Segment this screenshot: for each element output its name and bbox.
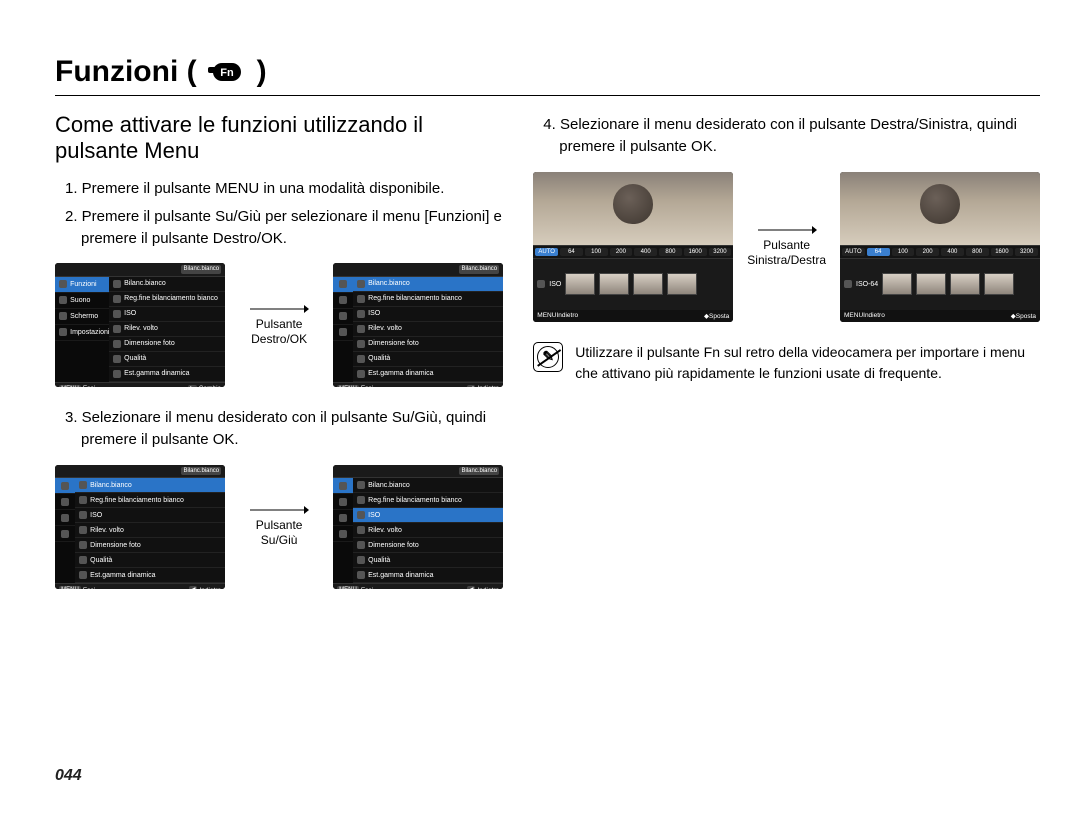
right-column: 4. Selezionare il menu desiderato con il… bbox=[533, 112, 1040, 609]
svg-text:Fn: Fn bbox=[220, 67, 234, 79]
menu-screen-select1: Bilanc.bianco Bilanc.bianco Reg.fine bil… bbox=[55, 465, 225, 589]
tab-suono: Suono bbox=[55, 293, 109, 309]
arrow-sinistra-destra: Pulsante Sinistra/Destra bbox=[747, 225, 826, 268]
arrow-destro-ok: Pulsante Destro/OK bbox=[249, 304, 309, 347]
tab-schermo: Schermo bbox=[55, 309, 109, 325]
menu-screen-items: Bilanc.bianco Bilanc.bianco Reg.fine bil… bbox=[333, 263, 503, 387]
left-column: Come attivare le funzioni utilizzando il… bbox=[55, 112, 503, 609]
subtitle: Come attivare le funzioni utilizzando il… bbox=[55, 112, 503, 164]
page-number: 044 bbox=[55, 767, 82, 785]
step-4: 4. Selezionare il menu desiderato con il… bbox=[543, 114, 1040, 158]
figure-row-2: Bilanc.bianco Bilanc.bianco Reg.fine bil… bbox=[55, 465, 503, 589]
note-text: Utilizzare il pulsante Fn sul retro dell… bbox=[575, 342, 1040, 384]
step-3: 3. Selezionare il menu desiderato con il… bbox=[65, 407, 503, 451]
screen-header: Bilanc.bianco bbox=[181, 265, 221, 273]
footer-indietro: Indietro bbox=[477, 385, 499, 387]
footer-cambia: Cambia bbox=[199, 385, 221, 387]
figure-row-1: Bilanc.bianco Funzioni Suono Schermo Imp… bbox=[55, 263, 503, 387]
iso-screen-auto: AUTO 64 100 200 400 800 1600 3200 ISO ME… bbox=[533, 172, 733, 322]
fn-icon: Fn bbox=[207, 57, 247, 87]
footer-esci: Esci bbox=[83, 385, 95, 387]
iso-label: ISO bbox=[549, 281, 561, 288]
tab-impostazioni: Impostazioni bbox=[55, 325, 109, 341]
figure-row-3: AUTO 64 100 200 400 800 1600 3200 ISO ME… bbox=[533, 172, 1040, 322]
arrow-su-giu: Pulsante Su/Giù bbox=[249, 505, 309, 548]
iso-screen-64: AUTO 64 100 200 400 800 1600 3200 ISO-64… bbox=[840, 172, 1040, 322]
step-2: 2. Premere il pulsante Su/Giù per selezi… bbox=[65, 206, 503, 250]
title-close: ) bbox=[257, 55, 267, 89]
title-text: Funzioni ( bbox=[55, 55, 197, 89]
tab-funzioni: Funzioni bbox=[55, 277, 109, 293]
menu-screen-funzioni: Bilanc.bianco Funzioni Suono Schermo Imp… bbox=[55, 263, 225, 387]
menu-screen-select-iso: Bilanc.bianco Bilanc.bianco Reg.fine bil… bbox=[333, 465, 503, 589]
note-icon: ✎ bbox=[533, 342, 563, 372]
note-block: ✎ Utilizzare il pulsante Fn sul retro de… bbox=[533, 342, 1040, 384]
iso64-label: ISO-64 bbox=[856, 281, 878, 288]
step-1: 1. Premere il pulsante MENU in una modal… bbox=[65, 178, 503, 200]
page-title: Funzioni ( Fn ) bbox=[55, 55, 1040, 96]
